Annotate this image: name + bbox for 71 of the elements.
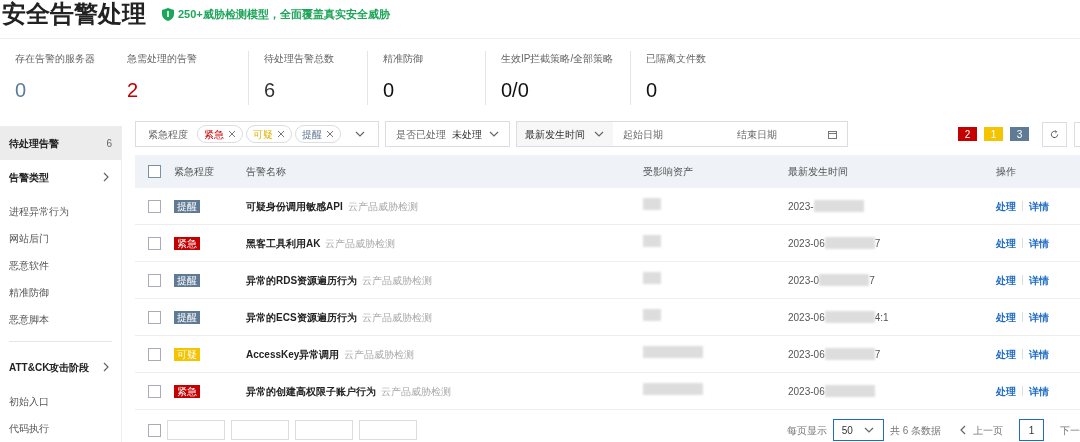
column-header: 受影响资产 bbox=[643, 165, 694, 179]
column-header: 告警名称 bbox=[246, 165, 287, 179]
time-text: 7 bbox=[874, 236, 881, 251]
alert-name[interactable]: 异常的创建高权限子账户行为 bbox=[246, 383, 376, 399]
time-text: 2023-06 bbox=[788, 310, 825, 325]
time-text: 2023-0 bbox=[788, 273, 820, 288]
action-link[interactable]: 处理 bbox=[996, 235, 1016, 251]
stat-label: 精准防御 bbox=[383, 52, 424, 66]
alert-name[interactable]: 黑客工具利用AK bbox=[246, 235, 321, 251]
alert-name[interactable]: 异常的ECS资源遍历行为 bbox=[246, 309, 357, 325]
alert-source: 云产品威胁检测 bbox=[347, 199, 418, 214]
action-link[interactable]: 详情 bbox=[1029, 346, 1049, 362]
action-link[interactable]: 处理 bbox=[996, 346, 1016, 362]
column-header: 操作 bbox=[996, 165, 1016, 179]
stat-label: 存在告警的服务器 bbox=[15, 52, 96, 66]
alert-source: 云产品威胁检测 bbox=[325, 236, 396, 251]
sidebar-group[interactable]: 待处理告警 6 bbox=[0, 126, 121, 160]
severity-tag: 可疑 bbox=[174, 347, 200, 361]
time-text: 2023- bbox=[788, 199, 814, 214]
time-text: 4:1 bbox=[874, 310, 889, 325]
count-badge: 1 bbox=[984, 127, 1003, 141]
time-text: 7 bbox=[874, 347, 881, 362]
prev-page-button[interactable]: 上一页 bbox=[957, 422, 1003, 438]
action-link[interactable]: 详情 bbox=[1029, 235, 1049, 251]
time-text: 2023-06 bbox=[788, 347, 825, 362]
stat-value: 0 bbox=[383, 80, 396, 100]
stat-value: 2 bbox=[127, 80, 140, 100]
severity-tag: 紧急 bbox=[174, 236, 200, 250]
action-link[interactable]: 处理 bbox=[996, 272, 1016, 288]
action-link[interactable]: 处理 bbox=[996, 198, 1016, 214]
count-badge: 2 bbox=[958, 127, 977, 141]
stat-value: 6 bbox=[264, 80, 277, 100]
alert-source: 云产品威胁检测 bbox=[381, 384, 451, 399]
action-link[interactable]: 详情 bbox=[1029, 309, 1049, 325]
feature-tagline: 250+威胁检测模型，全面覆盖真实安全威胁 bbox=[178, 6, 390, 22]
stat-label: 急需处理的告警 bbox=[127, 52, 198, 66]
severity-filter[interactable]: 紧急程度 紧急 可疑 提醒 bbox=[135, 121, 379, 147]
page-button[interactable]: 1 bbox=[1019, 419, 1044, 441]
stat-label: 已隔离文件数 bbox=[646, 52, 707, 66]
severity-tag: 提醒 bbox=[174, 273, 200, 287]
stat-value: 0 bbox=[15, 80, 28, 100]
page-size-select[interactable]: 50 bbox=[832, 419, 884, 441]
time-text: 7 bbox=[869, 273, 875, 288]
alert-source: 云产品威胁检测 bbox=[362, 273, 433, 288]
next-page-button[interactable]: 下一 bbox=[1060, 422, 1080, 438]
alert-source: 云产品威胁检测 bbox=[344, 347, 415, 362]
stat-label: 生效IP拦截策略/全部策略 bbox=[501, 52, 615, 66]
page-title: 安全告警处理 bbox=[2, 2, 146, 26]
action-link[interactable]: 详情 bbox=[1029, 272, 1049, 288]
severity-tag: 提醒 bbox=[174, 199, 200, 213]
severity-tag: 紧急 bbox=[174, 384, 200, 398]
stat-value: 0/0 bbox=[501, 80, 530, 100]
total-count: 共 6 条数据 bbox=[889, 423, 941, 438]
action-link[interactable]: 处理 bbox=[996, 383, 1016, 399]
time-text: 2023-06 bbox=[788, 384, 825, 399]
action-link[interactable]: 详情 bbox=[1029, 383, 1049, 399]
stat-value: 0 bbox=[646, 80, 659, 100]
page-size-label: 每页显示 bbox=[786, 423, 827, 438]
column-header: 紧急程度 bbox=[174, 165, 215, 179]
handled-select[interactable]: 是否已处理 未处理 bbox=[385, 121, 510, 147]
action-link[interactable]: 详情 bbox=[1029, 198, 1049, 214]
time-text: 2023-06 bbox=[788, 236, 825, 251]
column-header: 最新发生时间 bbox=[788, 165, 849, 179]
action-link[interactable]: 处理 bbox=[996, 309, 1016, 325]
alert-source: 云产品威胁检测 bbox=[361, 310, 432, 325]
alert-name[interactable]: 可疑身份调用敏感API bbox=[246, 198, 343, 214]
severity-tag: 提醒 bbox=[174, 310, 200, 324]
alert-name[interactable]: 异常的RDS资源遍历行为 bbox=[246, 272, 358, 288]
stat-label: 待处理告警总数 bbox=[264, 52, 335, 66]
alert-name[interactable]: AccessKey异常调用 bbox=[246, 346, 340, 362]
count-badge: 3 bbox=[1010, 127, 1029, 141]
